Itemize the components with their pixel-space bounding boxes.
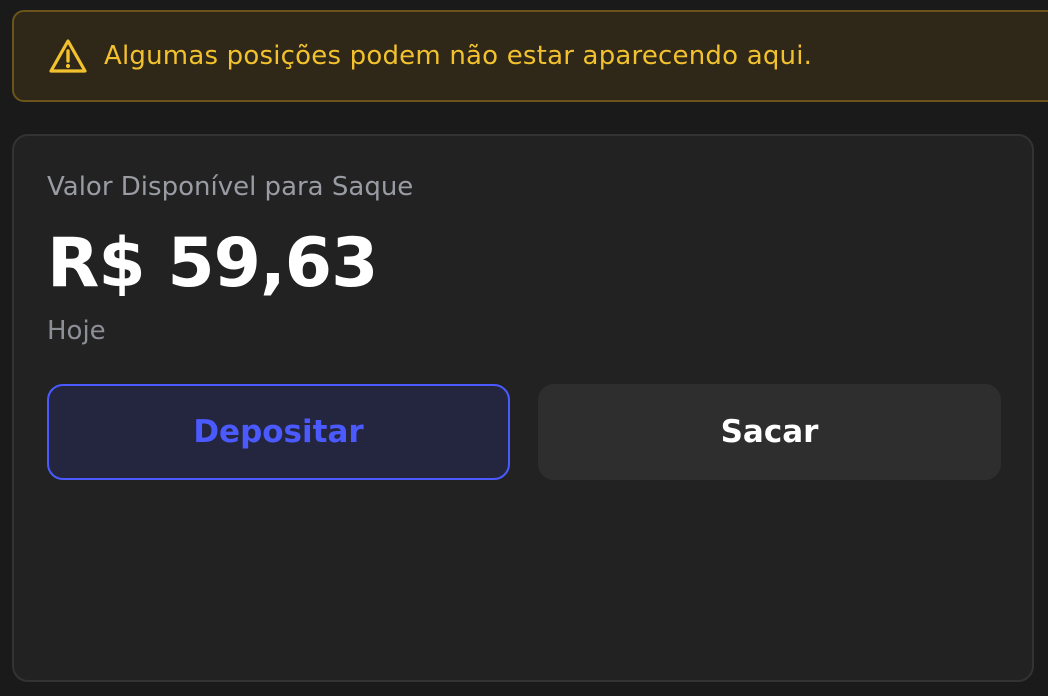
warning-message: Algumas posições podem não estar aparece… [104, 41, 813, 71]
warning-triangle-icon [48, 38, 88, 74]
balance-label: Valor Disponível para Saque [47, 172, 414, 202]
deposit-button[interactable]: Depositar [47, 384, 510, 480]
balance-card: Valor Disponível para Saque R$ 59,63 Hoj… [12, 134, 1034, 682]
balance-date: Hoje [47, 316, 106, 346]
balance-amount: R$ 59,63 [47, 224, 378, 303]
warning-banner: Algumas posições podem não estar aparece… [12, 10, 1048, 102]
withdraw-button[interactable]: Sacar [538, 384, 1001, 480]
